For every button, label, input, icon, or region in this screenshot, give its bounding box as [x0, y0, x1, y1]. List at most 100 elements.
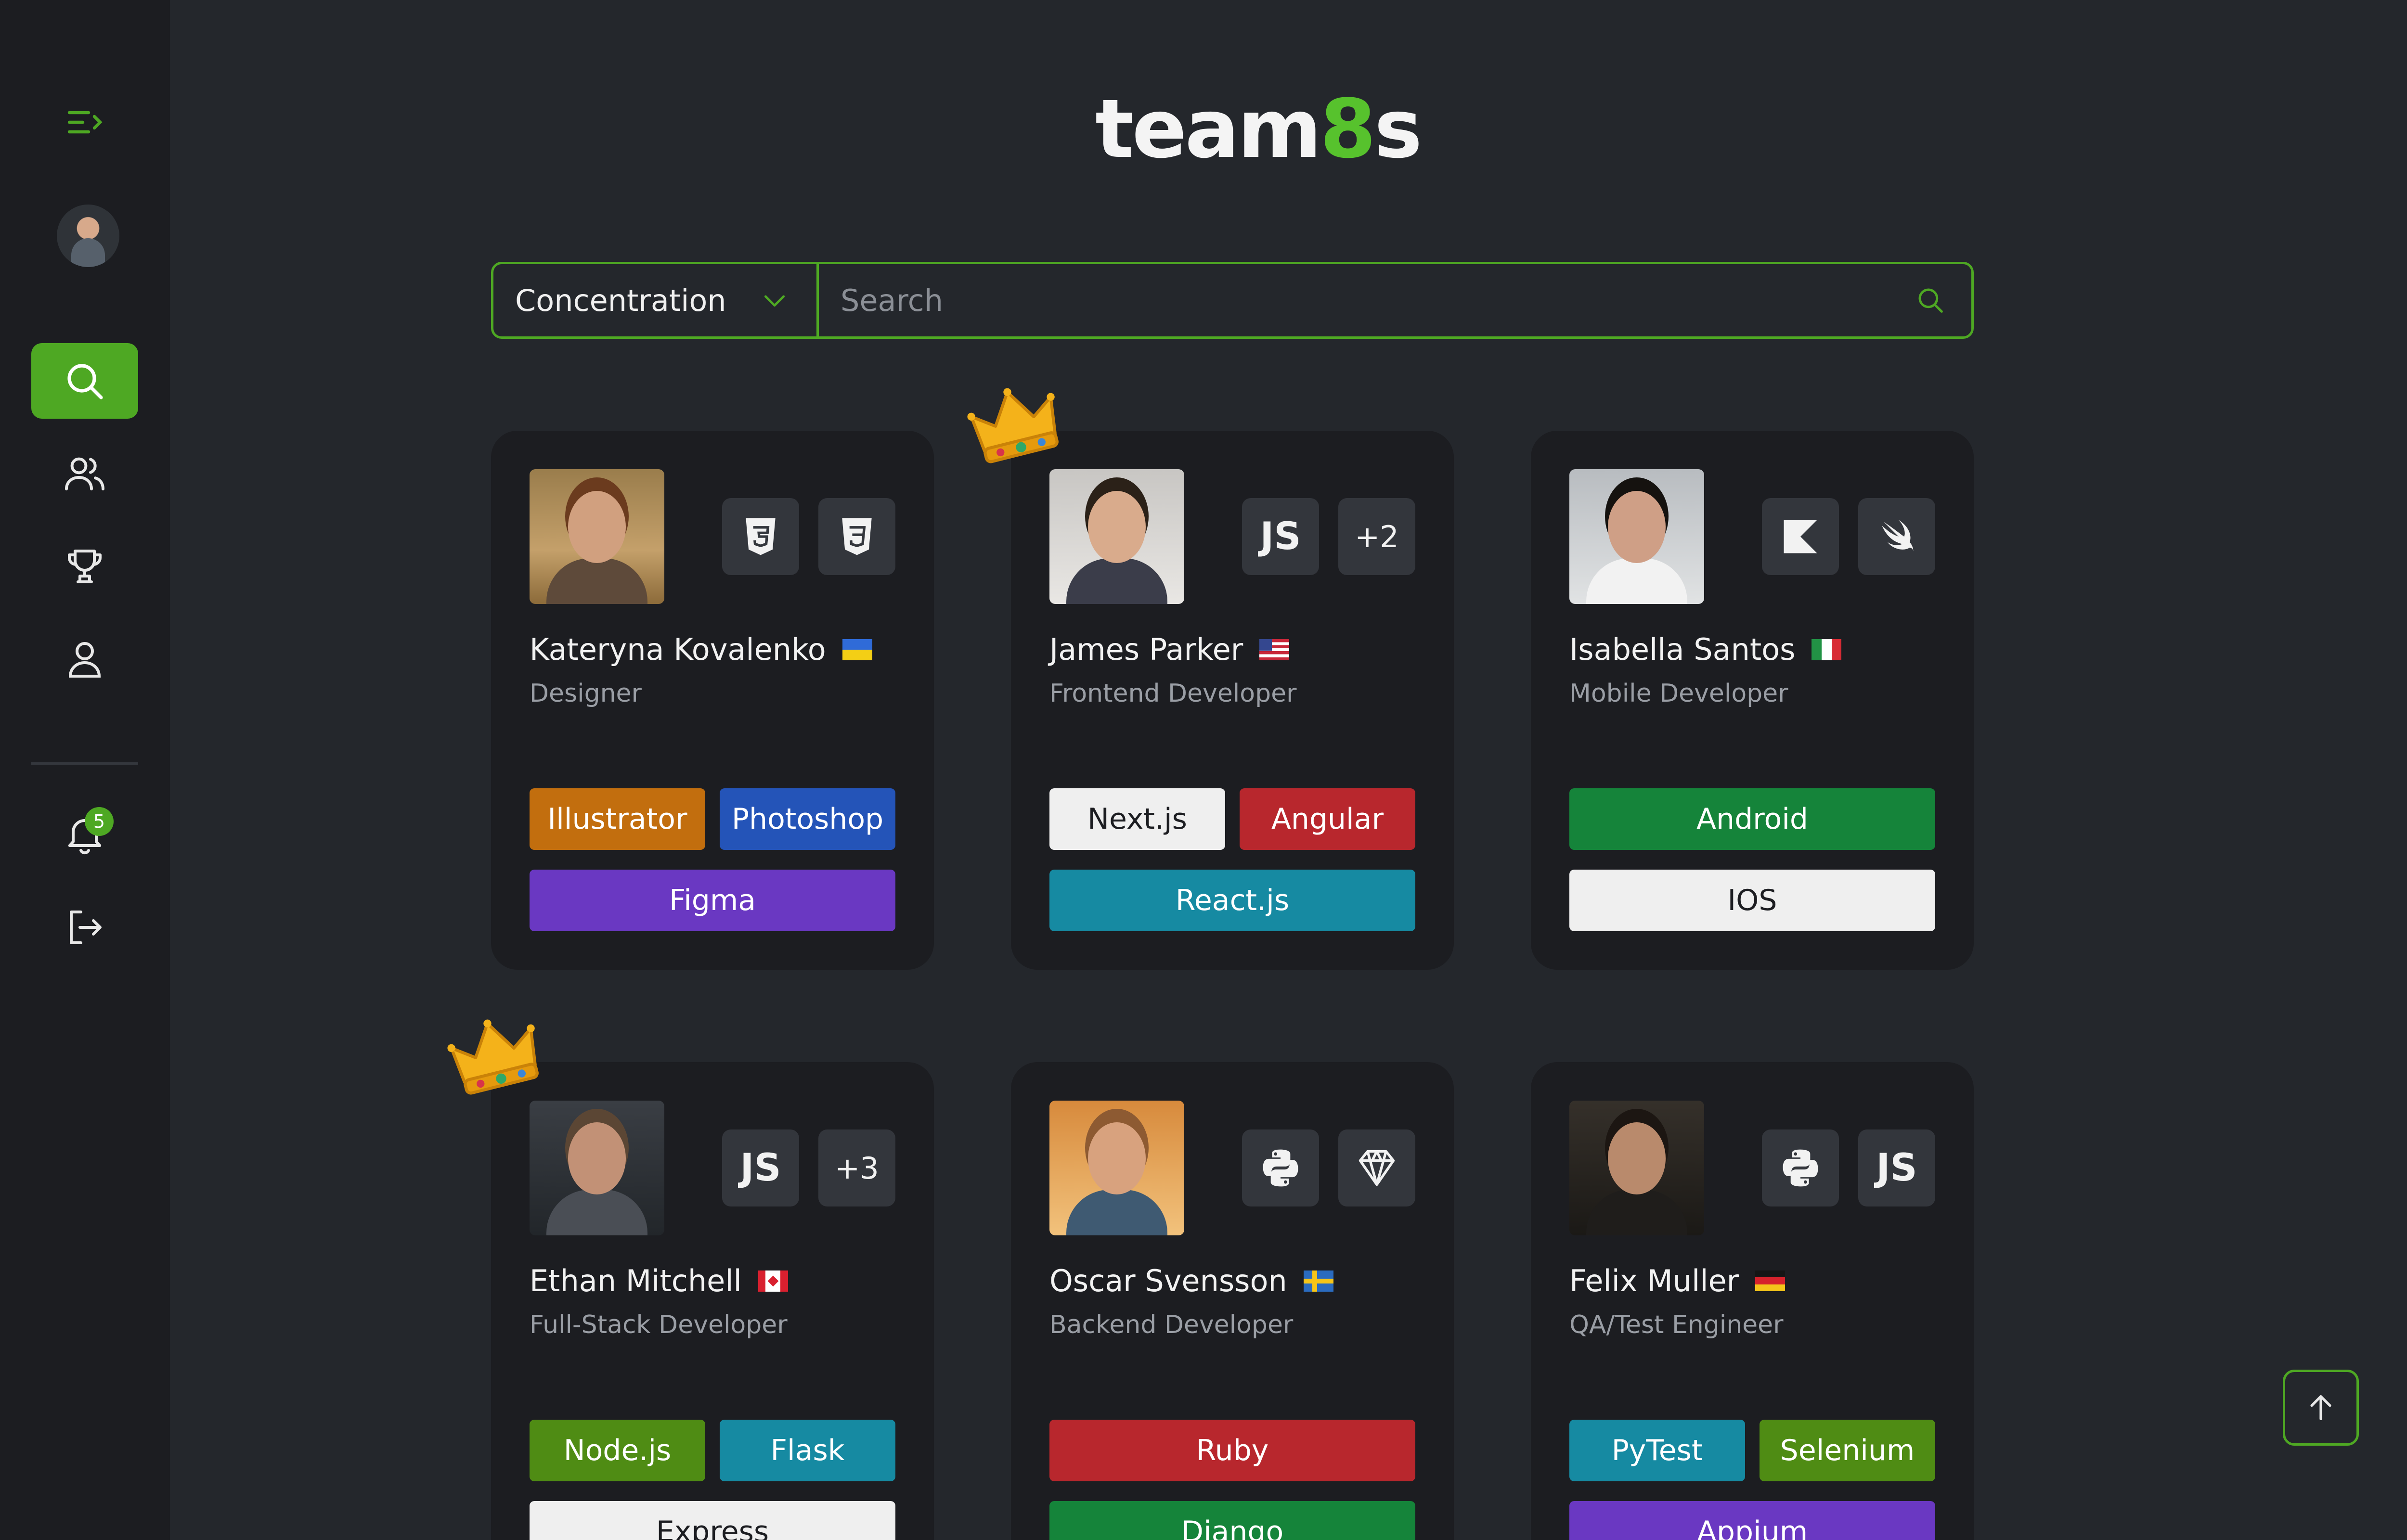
tech-badge: [1762, 498, 1839, 575]
developer-name-row: Felix Muller: [1569, 1263, 1786, 1298]
scroll-to-top-button[interactable]: [2283, 1370, 2359, 1446]
sidebar-item-logout[interactable]: [31, 889, 138, 965]
developer-role: Full-Stack Developer: [530, 1310, 788, 1339]
tech-badge: JS: [1242, 498, 1319, 575]
python-icon: [1778, 1146, 1823, 1190]
user-icon: [68, 642, 101, 678]
menu-collapse-button[interactable]: [31, 84, 138, 160]
photo-head: [568, 491, 626, 563]
photo-head: [1088, 491, 1146, 563]
skill-tag[interactable]: Angular: [1240, 788, 1415, 850]
flag-icon: [1259, 639, 1290, 660]
tech-badge: [818, 498, 895, 575]
developer-card[interactable]: Oscar Svensson Backend Developer Ruby Djan…: [1011, 1062, 1454, 1540]
flag-icon: [1303, 1270, 1333, 1292]
skill-tag[interactable]: Selenium: [1760, 1420, 1935, 1481]
tech-badge: JS: [722, 1129, 799, 1206]
skill-tag[interactable]: Android: [1569, 788, 1935, 850]
skill-tag[interactable]: Illustrator: [530, 788, 705, 850]
photo-head: [568, 1122, 626, 1194]
developer-card[interactable]: Isabella Santos Mobile Developer Android I…: [1531, 431, 1974, 970]
skill-tag[interactable]: PyTest: [1569, 1420, 1745, 1481]
developer-name: Isabella Santos: [1569, 632, 1796, 667]
ruby-icon: [1355, 1146, 1399, 1190]
logo-accent: 8: [1320, 82, 1376, 176]
app-logo: team8s: [1095, 82, 1423, 176]
notification-badge: 5: [85, 807, 114, 836]
skill-tag[interactable]: Photoshop: [720, 788, 895, 850]
sidebar-item-notifications[interactable]: [31, 796, 138, 872]
developer-name-row: Kateryna Kovalenko: [530, 632, 872, 667]
skill-tag[interactable]: Ruby: [1049, 1420, 1415, 1481]
search-submit-button[interactable]: [1889, 264, 1971, 336]
tech-badge: [1762, 1129, 1839, 1206]
concentration-label: Concentration: [515, 282, 726, 318]
tech-badge: [1338, 1129, 1415, 1206]
html5-icon: [738, 514, 783, 559]
developer-photo: [1569, 469, 1704, 604]
search-icon: [1918, 288, 1943, 313]
developer-card[interactable]: JS +2 James Parker Frontend Developer Next…: [1011, 431, 1454, 970]
tech-badge: [1242, 1129, 1319, 1206]
developer-name: Ethan Mitchell: [530, 1263, 742, 1298]
photo-head: [1608, 491, 1666, 563]
developer-card[interactable]: JS Felix Muller QA/Test Engineer PyTest Se…: [1531, 1062, 1974, 1540]
skill-tag[interactable]: Flask: [720, 1420, 895, 1481]
tech-badge: [722, 498, 799, 575]
developer-role: Backend Developer: [1049, 1310, 1294, 1339]
developer-photo: [530, 1101, 664, 1235]
concentration-dropdown[interactable]: Concentration: [493, 264, 819, 336]
developer-name: Kateryna Kovalenko: [530, 632, 826, 667]
skill-tag[interactable]: Appium: [1569, 1501, 1935, 1540]
users-icon: [65, 457, 104, 490]
skill-tag[interactable]: Figma: [530, 870, 895, 931]
photo-body: [1586, 558, 1687, 604]
tech-badge[interactable]: +3: [818, 1129, 895, 1206]
avatar[interactable]: [57, 205, 119, 267]
skill-tag[interactable]: Next.js: [1049, 788, 1225, 850]
developer-card[interactable]: JS +3 Ethan Mitchell Full-Stack Developer…: [491, 1062, 934, 1540]
search-input[interactable]: [819, 264, 1889, 336]
flag-icon: [758, 1270, 788, 1292]
developer-photo: [530, 469, 664, 604]
trophy-icon: [68, 549, 102, 583]
developer-name-row: James Parker: [1049, 632, 1290, 667]
photo-body: [1066, 1190, 1167, 1235]
developer-role: QA/Test Engineer: [1569, 1310, 1784, 1339]
developer-photo: [1049, 469, 1184, 604]
tech-badge: JS: [1858, 1129, 1935, 1206]
menu-collapse-icon: [67, 111, 103, 133]
photo-body: [1066, 558, 1167, 604]
flag-icon: [1755, 1270, 1786, 1292]
sidebar-item-profile[interactable]: [31, 621, 138, 696]
developer-role: Designer: [530, 679, 642, 708]
python-icon: [1258, 1146, 1303, 1190]
skill-tag[interactable]: Express: [530, 1501, 895, 1540]
skill-tag[interactable]: Django: [1049, 1501, 1415, 1540]
tech-badge[interactable]: +2: [1338, 498, 1415, 575]
sidebar-item-search[interactable]: [31, 343, 138, 419]
developer-name-row: Isabella Santos: [1569, 632, 1842, 667]
tech-badge: [1858, 498, 1935, 575]
flag-icon: [1812, 639, 1842, 660]
developer-name-row: Oscar Svensson: [1049, 1263, 1333, 1298]
developer-card[interactable]: Kateryna Kovalenko Designer Illustrator Ph…: [491, 431, 934, 970]
chevron-down-icon: [764, 295, 785, 307]
skill-tag[interactable]: Node.js: [530, 1420, 705, 1481]
css3-icon: [835, 514, 879, 559]
skill-tag[interactable]: React.js: [1049, 870, 1415, 931]
developer-photo: [1569, 1101, 1704, 1235]
search-bar: Concentration: [491, 262, 1974, 339]
photo-body: [546, 558, 647, 604]
developer-role: Frontend Developer: [1049, 679, 1297, 708]
photo-head: [1608, 1122, 1666, 1194]
sidebar-item-leaderboard[interactable]: [31, 528, 138, 604]
sidebar-item-users[interactable]: [31, 436, 138, 511]
flag-icon: [842, 639, 872, 660]
photo-body: [546, 1190, 647, 1235]
developer-name: James Parker: [1049, 632, 1243, 667]
developer-name-row: Ethan Mitchell: [530, 1263, 788, 1298]
photo-body: [1586, 1190, 1687, 1235]
skill-tag[interactable]: IOS: [1569, 870, 1935, 931]
logout-icon: [70, 910, 102, 944]
